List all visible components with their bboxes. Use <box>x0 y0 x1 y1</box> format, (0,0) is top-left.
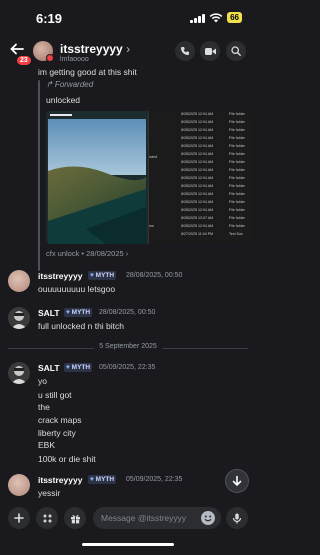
message-timestamp: 28/08/2025, 00:50 <box>126 272 183 279</box>
plus-icon <box>14 513 24 523</box>
apps-button[interactable] <box>36 507 58 529</box>
video-icon <box>204 47 216 55</box>
apps-icon <box>42 513 52 523</box>
status-bar: 6:19 66 <box>0 0 256 34</box>
heart-icon: ♥ <box>66 309 70 316</box>
gift-icon <box>70 514 80 523</box>
heart-icon: ♥ <box>66 364 70 371</box>
message-text: yo <box>38 376 47 386</box>
message-text: ouuuuuuuuu letsgoo <box>38 284 116 294</box>
message-timestamp: 05/09/2025, 22:35 <box>126 476 183 483</box>
forwarded-label: ↱ Forwarded <box>46 80 94 89</box>
dm-user-name[interactable]: itsstreyyyy › <box>60 42 130 56</box>
dm-header: 23 itsstreyyyy › lmfaoooo <box>0 34 256 66</box>
message-timestamp: 05/09/2025, 22:35 <box>99 364 156 371</box>
search-icon <box>231 46 241 56</box>
avatar[interactable] <box>8 307 30 329</box>
battery-indicator: 66 <box>227 12 242 23</box>
message-text: full unlocked n thi bitch <box>38 321 124 331</box>
message-text: yessir <box>38 488 61 498</box>
emoji-icon[interactable] <box>201 511 215 525</box>
message-text: im getting good at this shit <box>38 67 137 77</box>
compose-bar <box>0 503 256 535</box>
author-name[interactable]: itsstreyyyy <box>38 271 82 281</box>
heart-icon: ♥ <box>90 476 94 483</box>
avatar[interactable] <box>8 362 30 384</box>
chevron-down-icon <box>232 475 242 487</box>
dnd-status-icon <box>46 54 54 62</box>
status-time: 6:19 <box>36 11 63 26</box>
wifi-icon <box>209 12 223 22</box>
forwarded-screenshot[interactable]: 8/28/2025 12:04 AM File folder 8/28/2025 … <box>46 111 252 244</box>
message-text: 100k or die shit <box>38 454 96 464</box>
message-text: u still got <box>38 390 72 400</box>
video-call-button[interactable] <box>200 41 220 61</box>
attach-button[interactable] <box>8 507 30 529</box>
forwarded-text: unlocked <box>46 95 81 105</box>
message-text: EBK <box>38 440 56 450</box>
server-tag-badge[interactable]: ♥ MYTH <box>64 363 93 372</box>
unread-badge: 23 <box>16 55 32 66</box>
server-tag-badge[interactable]: ♥ MYTH <box>64 308 93 317</box>
back-arrow-icon[interactable] <box>10 42 24 56</box>
author-name[interactable]: SALT <box>38 363 60 373</box>
forward-quote-bar <box>38 80 40 271</box>
mic-icon <box>232 513 242 523</box>
server-tag-badge[interactable]: ♥ MYTH <box>88 475 117 484</box>
jump-to-present-button[interactable] <box>225 469 249 493</box>
message-timestamp: 28/08/2025, 00:50 <box>99 309 156 316</box>
search-button[interactable] <box>226 41 246 61</box>
status-icons: 66 <box>190 12 242 23</box>
author-name[interactable]: itsstreyyyy <box>38 475 82 485</box>
message-text: liberty city <box>38 428 76 438</box>
author-name[interactable]: SALT <box>38 308 60 318</box>
forwarded-source-link[interactable]: cfx unlock • 28/08/2025 › <box>46 249 128 258</box>
gift-button[interactable] <box>64 507 86 529</box>
call-icon <box>181 47 189 55</box>
avatar[interactable] <box>8 270 30 292</box>
call-button[interactable] <box>175 41 195 61</box>
dm-user-status: lmfaoooo <box>60 56 89 63</box>
voice-message-button[interactable] <box>226 507 248 529</box>
home-indicator <box>82 543 174 546</box>
avatar[interactable] <box>8 474 30 496</box>
message-text: the <box>38 402 50 412</box>
date-divider: 5 September 2025 <box>8 343 248 353</box>
cellular-signal-icon <box>190 13 206 23</box>
server-tag-badge[interactable]: ♥ MYTH <box>88 271 117 280</box>
message-text: crack maps <box>38 415 82 425</box>
message-list[interactable]: im getting good at this shit ↱ Forwarded… <box>0 66 256 500</box>
heart-icon: ♥ <box>90 272 94 279</box>
